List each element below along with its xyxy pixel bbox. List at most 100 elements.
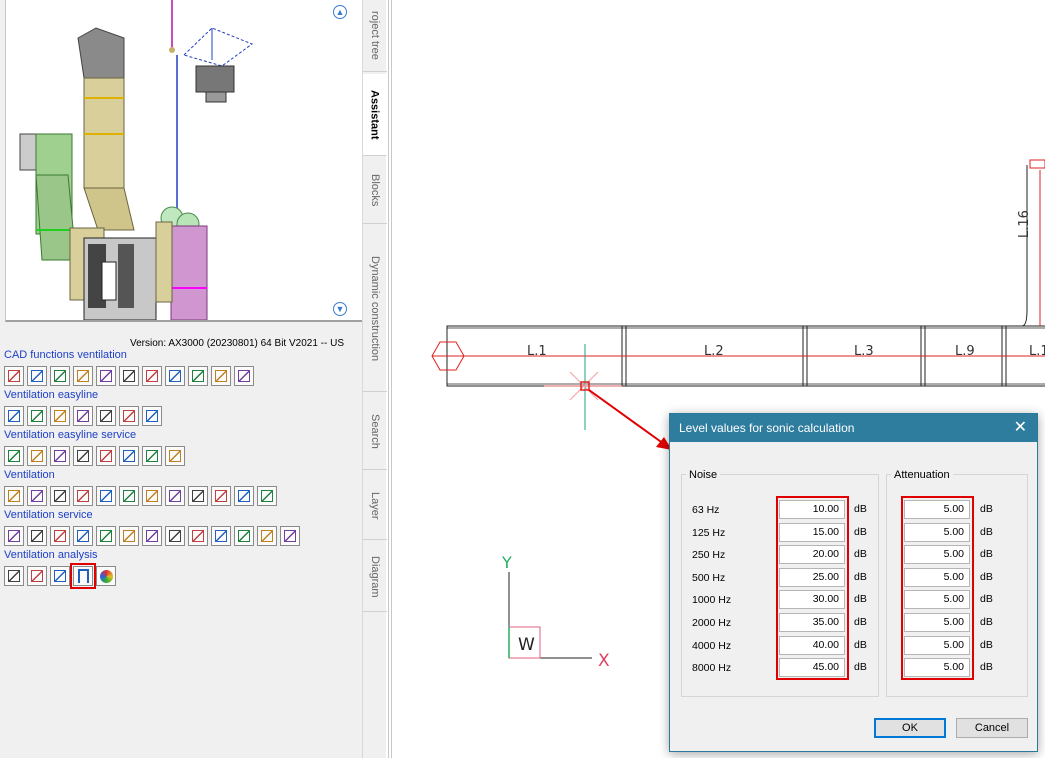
- tool-glyph-icon: [31, 570, 43, 582]
- duct-run[interactable]: [431, 159, 1045, 387]
- tool-glyph-icon: [215, 370, 227, 382]
- tool-2-6-icon[interactable]: [142, 446, 162, 466]
- tool-0-0-icon[interactable]: [4, 366, 24, 386]
- tool-glyph-icon: [169, 370, 181, 382]
- tool-glyph-icon: [100, 570, 113, 583]
- toolbar-ventilation-easyline-service: [4, 446, 185, 466]
- frequency-label: 4000 Hz: [692, 639, 732, 652]
- tool-0-3-icon[interactable]: [73, 366, 93, 386]
- tool-glyph-icon: [146, 530, 158, 542]
- tool-4-0-icon[interactable]: [4, 526, 24, 546]
- 3d-preview[interactable]: ▲ ▼: [5, 0, 362, 322]
- frequency-label: 500 Hz: [692, 571, 726, 584]
- tool-4-12-icon[interactable]: [280, 526, 300, 546]
- tool-3-0-icon[interactable]: [4, 486, 24, 506]
- tool-0-10-icon[interactable]: [234, 366, 254, 386]
- scroll-down-icon[interactable]: ▼: [333, 302, 347, 316]
- tool-4-5-icon[interactable]: [119, 526, 139, 546]
- tool-0-5-icon[interactable]: [119, 366, 139, 386]
- ok-button[interactable]: OK: [874, 718, 946, 738]
- tool-2-5-icon[interactable]: [119, 446, 139, 466]
- tool-3-7-icon[interactable]: [165, 486, 185, 506]
- tool-3-1-icon[interactable]: [27, 486, 47, 506]
- tool-glyph-icon: [77, 370, 89, 382]
- tool-glyph-icon: [54, 370, 66, 382]
- noise-unit-label: dB: [854, 638, 867, 651]
- tool-1-3-icon[interactable]: [73, 406, 93, 426]
- tool-2-3-icon[interactable]: [73, 446, 93, 466]
- tool-0-7-icon[interactable]: [165, 366, 185, 386]
- tool-0-8-icon[interactable]: [188, 366, 208, 386]
- tool-2-4-icon[interactable]: [96, 446, 116, 466]
- tool-4-1-icon[interactable]: [27, 526, 47, 546]
- tab-assistant[interactable]: Assistant: [363, 74, 387, 156]
- tool-4-7-icon[interactable]: [165, 526, 185, 546]
- sonic-calculation-icon[interactable]: [70, 563, 96, 589]
- callout-arrow: [588, 389, 672, 450]
- tab-project-tree[interactable]: roject tree: [363, 0, 387, 72]
- tab-layer[interactable]: Layer: [363, 472, 387, 540]
- 3d-model-illustration: [19, 0, 254, 321]
- tool-1-1-icon[interactable]: [27, 406, 47, 426]
- duct-label-l3: L.3: [854, 344, 874, 359]
- tool-2-0-icon[interactable]: [4, 446, 24, 466]
- tool-5-1-icon[interactable]: [27, 566, 47, 586]
- tool-5-2-icon[interactable]: [50, 566, 70, 586]
- section-cad-functions-ventilation: CAD functions ventilation: [4, 349, 127, 361]
- scroll-up-icon[interactable]: ▲: [333, 5, 347, 19]
- tool-4-9-icon[interactable]: [211, 526, 231, 546]
- dialog-titlebar[interactable]: Level values for sonic calculation ✕: [670, 414, 1037, 442]
- tool-4-4-icon[interactable]: [96, 526, 116, 546]
- tool-0-1-icon[interactable]: [27, 366, 47, 386]
- assistant-panel: ▲ ▼ Version: AX3000 (20230801) 64 Bit V2…: [0, 0, 362, 758]
- tool-0-9-icon[interactable]: [211, 366, 231, 386]
- tool-glyph-icon: [192, 490, 204, 502]
- attenuation-unit-label: dB: [980, 503, 993, 515]
- tool-3-2-icon[interactable]: [50, 486, 70, 506]
- tool-2-1-icon[interactable]: [27, 446, 47, 466]
- tool-1-5-icon[interactable]: [119, 406, 139, 426]
- tool-5-0-icon[interactable]: [4, 566, 24, 586]
- tab-dynamic-construction[interactable]: Dynamic construction: [363, 226, 387, 392]
- tool-3-3-icon[interactable]: [73, 486, 93, 506]
- tool-glyph-icon: [31, 530, 43, 542]
- tool-3-9-icon[interactable]: [211, 486, 231, 506]
- tool-4-10-icon[interactable]: [234, 526, 254, 546]
- tool-3-11-icon[interactable]: [257, 486, 277, 506]
- tool-glyph-icon: [146, 490, 158, 502]
- tool-3-5-icon[interactable]: [119, 486, 139, 506]
- tool-4-3-icon[interactable]: [73, 526, 93, 546]
- tool-glyph-icon: [169, 530, 181, 542]
- tool-1-4-icon[interactable]: [96, 406, 116, 426]
- tool-4-2-icon[interactable]: [50, 526, 70, 546]
- tool-3-4-icon[interactable]: [96, 486, 116, 506]
- tool-glyph-icon: [238, 490, 250, 502]
- tool-1-2-icon[interactable]: [50, 406, 70, 426]
- tool-0-4-icon[interactable]: [96, 366, 116, 386]
- tool-4-8-icon[interactable]: [188, 526, 208, 546]
- tool-4-11-icon[interactable]: [257, 526, 277, 546]
- ucs-icon: W Y X: [501, 553, 610, 671]
- tool-1-0-icon[interactable]: [4, 406, 24, 426]
- section-ventilation-service: Ventilation service: [4, 509, 93, 521]
- cancel-button[interactable]: Cancel: [956, 718, 1028, 738]
- tool-3-8-icon[interactable]: [188, 486, 208, 506]
- tool-2-2-icon[interactable]: [50, 446, 70, 466]
- tool-3-10-icon[interactable]: [234, 486, 254, 506]
- tool-5-4-icon[interactable]: [96, 566, 116, 586]
- vertical-tab-bar: roject tree Assistant Blocks Dynamic con…: [362, 0, 387, 758]
- attenuation-unit-label: dB: [980, 548, 993, 561]
- tool-glyph-icon: [100, 530, 112, 542]
- tab-diagram[interactable]: Diagram: [363, 542, 387, 612]
- tool-glyph-icon: [261, 490, 273, 502]
- tool-3-6-icon[interactable]: [142, 486, 162, 506]
- tool-0-6-icon[interactable]: [142, 366, 162, 386]
- tool-glyph-icon: [31, 490, 43, 502]
- tool-1-6-icon[interactable]: [142, 406, 162, 426]
- tool-4-6-icon[interactable]: [142, 526, 162, 546]
- tab-blocks[interactable]: Blocks: [363, 158, 387, 224]
- tool-2-7-icon[interactable]: [165, 446, 185, 466]
- tool-0-2-icon[interactable]: [50, 366, 70, 386]
- close-icon[interactable]: ✕: [1014, 414, 1027, 442]
- tab-search[interactable]: Search: [363, 394, 387, 470]
